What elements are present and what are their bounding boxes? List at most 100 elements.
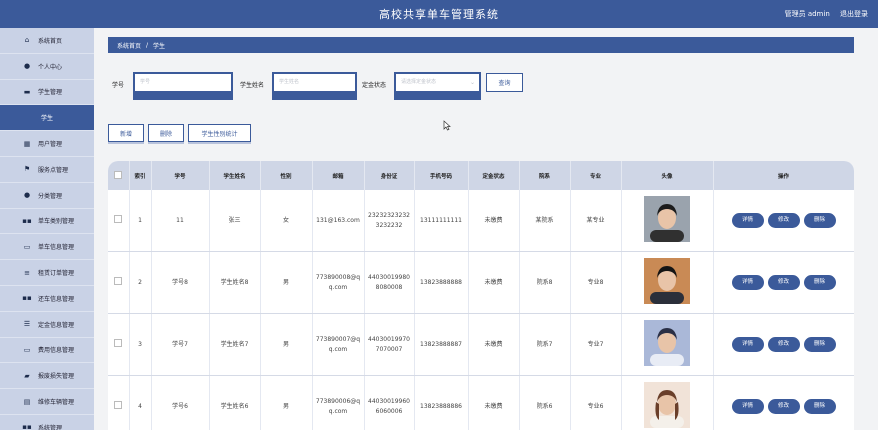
edit-button[interactable]: 修改 [767,337,800,352]
column-header-1: 索引 [129,161,152,190]
delete-row-button[interactable]: 删除 [803,337,836,352]
user-icon: ● [23,62,31,71]
student-no-label: 学号 [112,82,125,89]
edit-button[interactable]: 修改 [767,275,800,290]
sidebar-item-9[interactable]: ≡ 租赁订单管理 [0,260,94,286]
breadcrumb-separator: / [146,41,149,49]
cell-deposit: 未缴费 [468,375,520,430]
column-header-4: 性别 [260,161,313,190]
column-header-8: 定金状态 [468,161,520,190]
cell-student-no: 学号8 [151,251,210,314]
cell-dept: 院系6 [519,375,571,430]
table-body: 1 11 张三女 131@163.com 232323232323232232 13111… [108,190,854,430]
query-button[interactable]: 查询 [486,73,523,92]
cell-dept: 院系8 [519,251,571,314]
column-header-9: 院系 [519,161,571,190]
cell-index: 4 [129,375,152,430]
cell-name: 张三 [209,190,261,252]
detail-button[interactable]: 详情 [731,399,764,414]
sidebar-item-label: 报废损失管理 [38,373,75,381]
sidebar-item-label: 系统管理 [38,424,63,430]
cell-id-card: 440300199707070007 [364,313,415,376]
top-bar: 高校共享单车管理系统 管理员 admin 退出登录 [0,0,878,28]
delete-row-button[interactable]: 删除 [803,275,836,290]
sidebar-item-5[interactable]: ⚑ 服务点管理 [0,157,94,183]
delete-row-button[interactable]: 删除 [803,213,836,228]
cell-deposit: 未缴费 [468,251,520,314]
row-checkbox-cell[interactable] [108,375,130,430]
add-button[interactable]: 新增 [108,124,144,142]
cell-avatar [621,313,714,376]
logout-link[interactable]: 退出登录 [840,10,868,18]
sidebar-item-label: 单车类别管理 [38,218,75,226]
deposit-select[interactable]: 请选择定金状态 ⌄ [394,72,481,100]
column-header-10: 专业 [570,161,622,190]
sidebar-item-14[interactable]: ▤ 维修车辆管理 [0,389,94,415]
cell-id-card: 440300199606060006 [364,375,415,430]
select-all-checkbox[interactable] [114,170,123,179]
name-field[interactable]: 学生姓名 [272,72,357,100]
sidebar-item-12[interactable]: ▭ 费用信息管理 [0,338,94,364]
sidebar-item-label: 分类管理 [38,192,63,200]
row-checkbox[interactable] [114,276,123,285]
sidebar-item-label: 服务点管理 [38,166,69,174]
cell-student-no: 11 [151,190,210,252]
breadcrumb-home[interactable]: 系统首页 [117,41,141,50]
avatar-woman [644,381,690,430]
edit-button[interactable]: 修改 [767,213,800,228]
cell-phone: 13823888888 [414,251,469,314]
delete-button[interactable]: 删除 [148,124,184,142]
cell-major: 某专业 [570,190,622,252]
gender-stats-button[interactable]: 学生性别统计 [188,124,251,142]
row-checkbox-cell[interactable] [108,190,130,252]
cell-name: 学生姓名8 [209,251,261,314]
row-checkbox[interactable] [114,338,123,347]
cell-index: 1 [129,190,152,252]
table-row: 3 学号7 学生姓名7 男 773890007@qq.com 44030019970707… [108,313,854,376]
deposit-select-value[interactable]: 请选择定金状态 [396,74,479,91]
folder-icon: ▬ [23,87,31,96]
edit-button[interactable]: 修改 [767,399,800,414]
avatar-man-dark [644,195,690,244]
row-checkbox[interactable] [114,400,123,409]
cell-major: 专业8 [570,251,622,314]
sidebar-item-0[interactable]: ⌂ 系统首页 [0,28,94,54]
column-header-0[interactable] [108,161,130,190]
breadcrumb-current: 学生 [153,42,166,50]
sidebar-item-10[interactable]: ▪▪ 还车信息管理 [0,286,94,312]
sidebar-item-11[interactable]: ☰ 定金信息管理 [0,312,94,338]
sidebar-item-7[interactable]: ▪▪ 单车类别管理 [0,209,94,235]
sidebar-item-6[interactable]: ● 分类管理 [0,183,94,209]
name-label: 学生姓名 [240,82,265,89]
student-no-field[interactable]: 学号 [133,72,233,100]
detail-button[interactable]: 详情 [731,275,764,290]
cell-deposit: 未缴费 [468,313,520,376]
sidebar-item-1[interactable]: ● 个人中心 [0,54,94,80]
detail-button[interactable]: 详情 [731,337,764,352]
column-header-11: 头像 [621,161,714,190]
table-row: 2 学号8 学生姓名8 男 773890008@qq.com 44030019980808… [108,251,854,314]
sidebar-item-2[interactable]: ▬ 学生管理 [0,80,94,106]
table-header-row: 索引 学号 学生姓名 性别 邮箱 身份证 手机号码 定金状态 院系 专业 头像 操作 [108,161,854,190]
sidebar-item-8[interactable]: ▭ 单车信息管理 [0,234,94,261]
row-checkbox-cell[interactable] [108,313,130,376]
cell-phone: 13823888886 [414,375,469,430]
main-content: 系统首页 / 学生 学号 学号 学生姓名 学生姓名 定金状态 请选择定金状态 ⌄… [94,28,878,430]
sidebar-item-4[interactable]: ▦ 用户管理 [0,131,94,157]
sidebar-item-label: 用户管理 [38,141,63,149]
deposit-label: 定金状态 [362,82,387,89]
cell-gender: 女 [260,190,313,252]
detail-button[interactable]: 详情 [731,213,764,228]
sidebar-item-15[interactable]: ▪▪ 系统管理 [0,415,94,430]
cell-deposit: 未缴费 [468,190,520,252]
cell-phone: 13111111111 [414,190,469,252]
sidebar-item-13[interactable]: ▰ 报废损失管理 [0,363,94,390]
cell-student-no: 学号6 [151,375,210,430]
student-no-input[interactable]: 学号 [135,74,231,91]
sidebar-item-3[interactable]: 学生 [0,105,94,132]
name-input[interactable]: 学生姓名 [274,74,355,91]
apps-icon: ▪▪ [22,216,32,225]
row-checkbox-cell[interactable] [108,251,130,314]
delete-row-button[interactable]: 删除 [803,399,836,414]
row-checkbox[interactable] [114,214,123,223]
